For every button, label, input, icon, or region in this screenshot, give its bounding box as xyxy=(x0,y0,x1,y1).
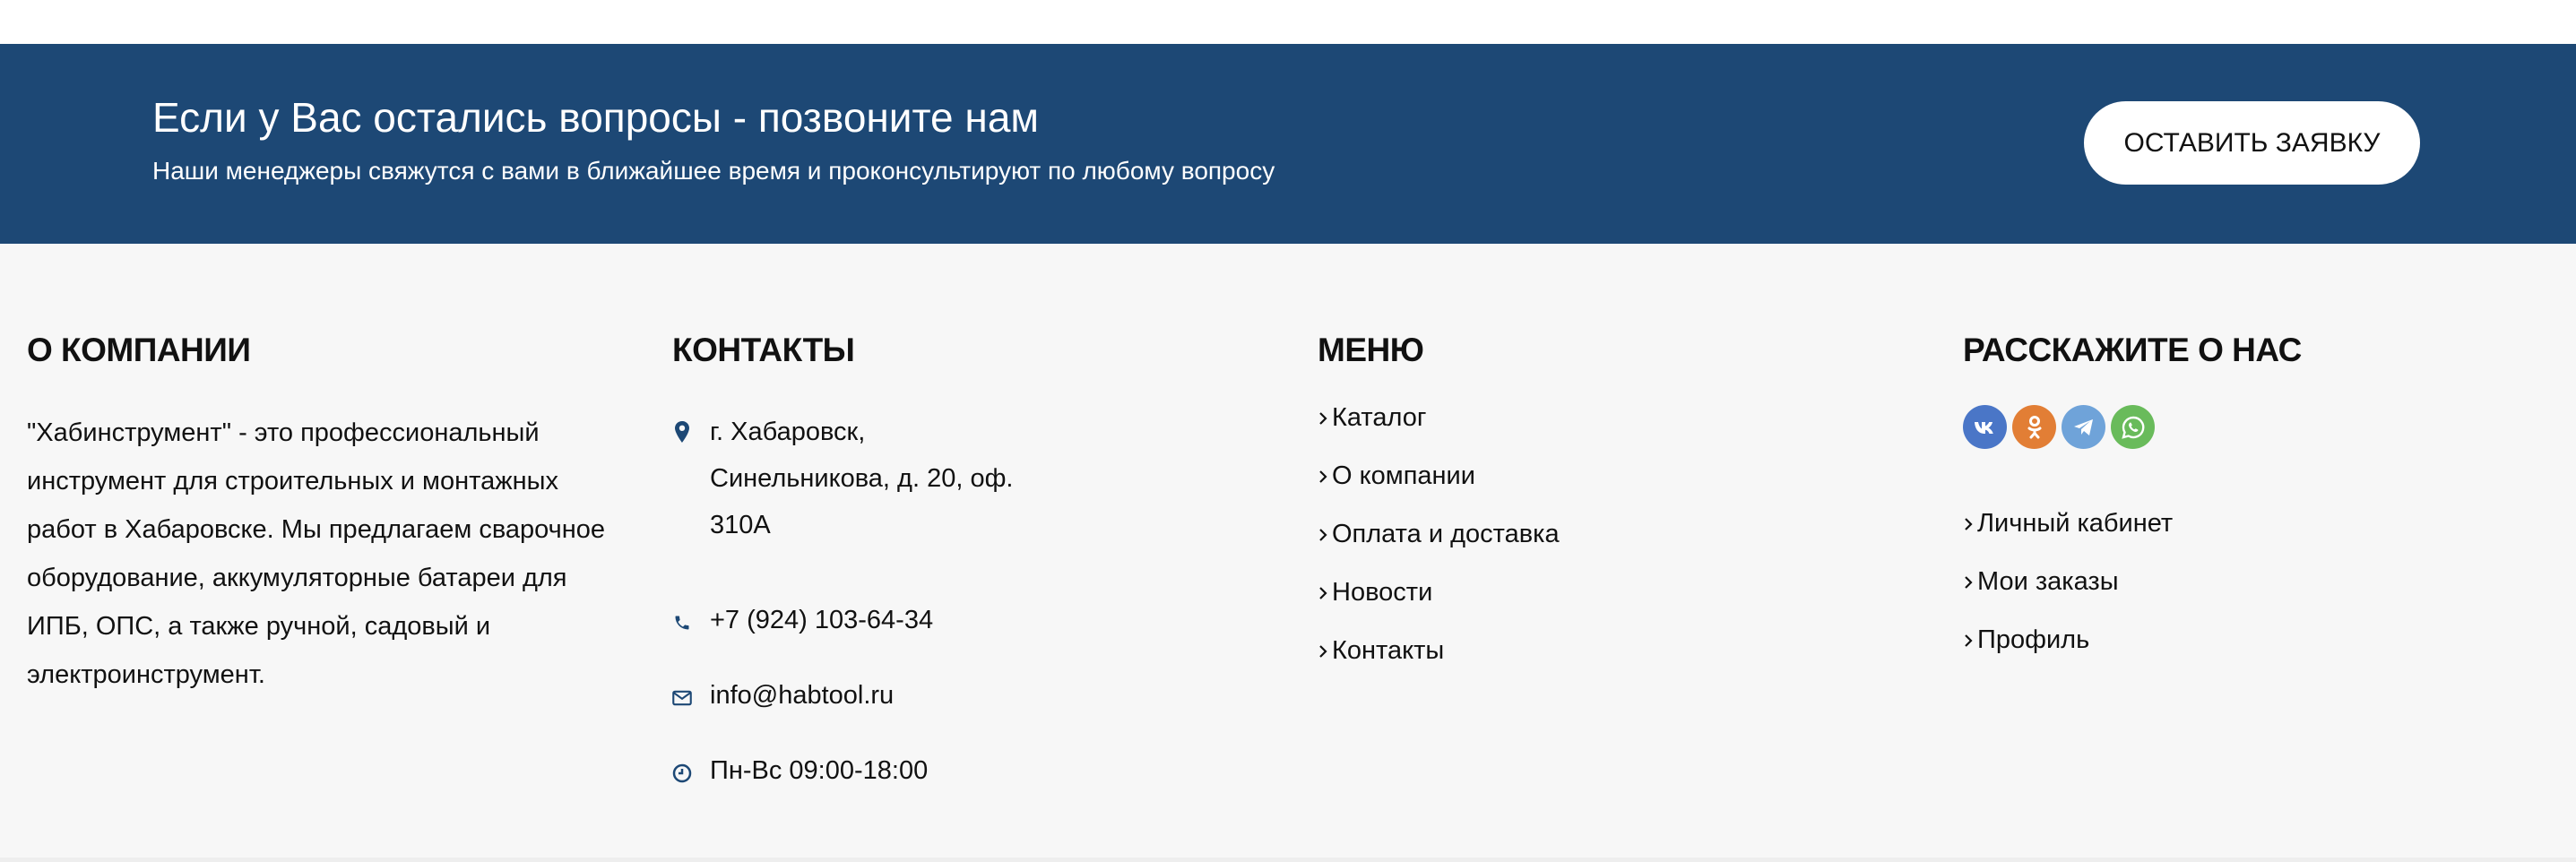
email-address[interactable]: info@habtool.ru xyxy=(710,672,894,719)
menu-link-label: О компании xyxy=(1332,461,1475,490)
about-text: "Хабинструмент" - это профессиональный и… xyxy=(27,418,606,689)
whatsapp-icon[interactable] xyxy=(2111,405,2155,449)
chevron-right-icon xyxy=(1318,584,1328,602)
clock-icon xyxy=(672,760,692,787)
mail-icon xyxy=(672,685,692,711)
chevron-right-icon xyxy=(1963,515,1974,533)
contacts-heading: КОНТАКТЫ xyxy=(672,332,855,368)
account-link-my-orders[interactable]: Мои заказы xyxy=(1963,567,2119,597)
leave-request-button[interactable]: ОСТАВИТЬ ЗАЯВКУ xyxy=(2084,101,2420,185)
address-line-2: Синельникова, д. 20, оф. xyxy=(710,464,1014,493)
address-line-3: 310А xyxy=(710,511,771,539)
vk-icon[interactable] xyxy=(1963,405,2007,449)
menu-link-contacts[interactable]: Контакты xyxy=(1318,636,1444,666)
chevron-right-icon xyxy=(1318,526,1328,544)
menu-link-news[interactable]: Новости xyxy=(1318,578,1432,608)
account-link-profile[interactable]: Профиль xyxy=(1963,625,2089,655)
account-link-personal-cabinet[interactable]: Личный кабинет xyxy=(1963,509,2173,539)
banner-title: Если у Вас остались вопросы - позвоните … xyxy=(152,94,1040,141)
account-link-label: Мои заказы xyxy=(1977,567,2119,596)
phone-number[interactable]: +7 (924) 103-64-34 xyxy=(710,597,933,643)
odnoklassniki-icon[interactable] xyxy=(2012,405,2056,449)
address-line-1: г. Хабаровск, xyxy=(710,418,866,446)
menu-link-label: Каталог xyxy=(1332,403,1427,432)
chevron-right-icon xyxy=(1318,409,1328,427)
footer-bottom-divider xyxy=(0,858,2576,862)
chevron-right-icon xyxy=(1963,573,1974,591)
chevron-right-icon xyxy=(1318,642,1328,660)
menu-link-catalog[interactable]: Каталог xyxy=(1318,403,1426,433)
menu-heading: МЕНЮ xyxy=(1318,332,1424,368)
working-hours: Пн-Вс 09:00-18:00 xyxy=(710,756,929,785)
site-footer: О КОМПАНИИ "Хабинструмент" - это професс… xyxy=(0,244,2576,862)
telegram-icon[interactable] xyxy=(2062,405,2105,449)
share-heading: РАССКАЖИТЕ О НАС xyxy=(1963,332,2302,368)
page-top-area xyxy=(0,0,2576,44)
contact-hours: Пн-Вс 09:00-18:00 xyxy=(672,747,928,794)
chevron-right-icon xyxy=(1963,632,1974,650)
menu-link-label: Новости xyxy=(1332,578,1433,607)
menu-link-label: Оплата и доставка xyxy=(1332,520,1560,548)
account-link-label: Личный кабинет xyxy=(1977,509,2174,538)
contact-email[interactable]: info@habtool.ru xyxy=(672,672,894,719)
menu-link-label: Контакты xyxy=(1332,636,1445,665)
contact-address: г. Хабаровск, Синельникова, д. 20, оф. 3… xyxy=(672,409,1013,548)
menu-link-payment-delivery[interactable]: Оплата и доставка xyxy=(1318,520,1560,549)
about-heading: О КОМПАНИИ xyxy=(27,332,251,368)
chevron-right-icon xyxy=(1318,468,1328,486)
menu-link-about[interactable]: О компании xyxy=(1318,461,1475,491)
account-link-label: Профиль xyxy=(1977,625,2090,654)
contact-phone[interactable]: +7 (924) 103-64-34 xyxy=(672,597,933,643)
social-share-buttons xyxy=(1963,405,2155,449)
location-pin-icon xyxy=(672,418,692,445)
phone-icon xyxy=(672,609,692,636)
callback-banner: Если у Вас остались вопросы - позвоните … xyxy=(0,44,2576,244)
banner-subtitle: Наши менеджеры свяжутся с вами в ближайш… xyxy=(152,157,1275,185)
